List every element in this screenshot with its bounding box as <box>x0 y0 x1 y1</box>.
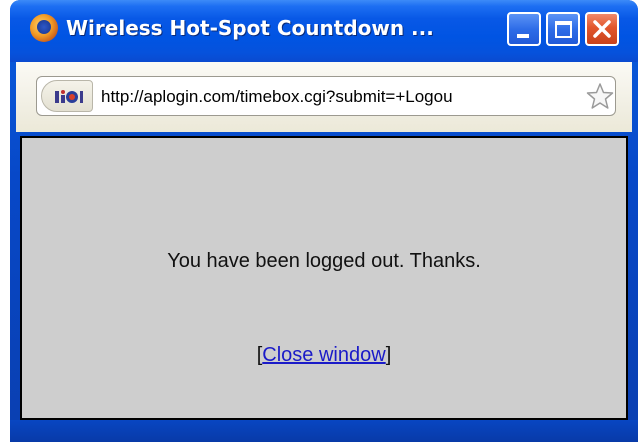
url-text[interactable]: http://aplogin.com/timebox.cgi?submit=+L… <box>101 86 581 108</box>
bracket-close: ] <box>385 344 392 366</box>
site-identity-button[interactable] <box>41 80 93 112</box>
close-icon <box>593 20 611 38</box>
url-field[interactable]: http://aplogin.com/timebox.cgi?submit=+L… <box>36 76 616 116</box>
title-bar[interactable]: Wireless Hot-Spot Countdown ... <box>10 0 638 62</box>
close-window-line: [Close window] <box>22 344 626 367</box>
star-icon[interactable] <box>586 82 614 110</box>
window-bottom-frame <box>10 420 638 442</box>
logout-message: You have been logged out. Thanks. <box>167 250 481 272</box>
maximize-button[interactable] <box>546 12 580 46</box>
maximize-icon <box>555 21 572 38</box>
minimize-icon <box>517 34 529 38</box>
close-window-link[interactable]: Close window <box>262 344 385 366</box>
page-content: You have been logged out. Thanks. [Close… <box>20 136 628 420</box>
address-bar: http://aplogin.com/timebox.cgi?submit=+L… <box>16 62 632 132</box>
site-identity-icon <box>55 90 83 103</box>
popup-window: Wireless Hot-Spot Countdown ... http://a… <box>10 0 638 442</box>
window-title: Wireless Hot-Spot Countdown ... <box>66 16 434 40</box>
close-button[interactable] <box>585 12 619 46</box>
minimize-button[interactable] <box>507 12 541 46</box>
firefox-icon <box>30 14 58 42</box>
